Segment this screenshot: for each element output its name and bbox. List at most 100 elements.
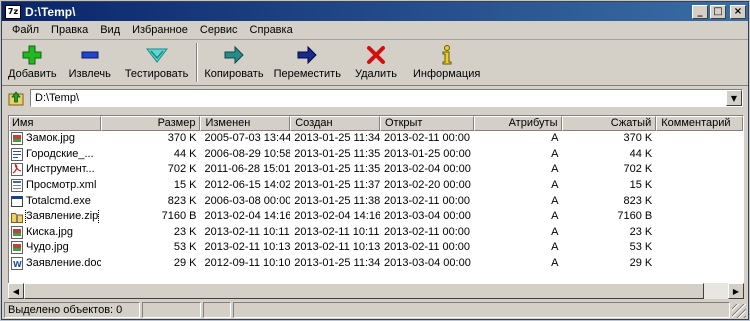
menu-view[interactable]: Вид xyxy=(94,24,126,36)
resize-grip-icon[interactable] xyxy=(732,304,746,318)
menu-help[interactable]: Справка xyxy=(244,24,299,36)
file-row[interactable]: Киска.jpg 23 K 2013-02-11 10:11 2013-02-11 … xyxy=(9,225,743,241)
file-accessed: 2013-01-25 00:00 xyxy=(383,147,471,160)
file-size: 23 K xyxy=(173,225,197,238)
file-packed: 15 K xyxy=(629,179,653,192)
menu-favorites[interactable]: Избранное xyxy=(126,24,194,36)
main-window: 7z D:\Temp\ _ □ × Файл Правка Вид Избран… xyxy=(1,1,749,320)
file-accessed: 2013-02-20 00:00 xyxy=(383,179,471,192)
toolbar: Добавить Извлечь Тестировать Копировать xyxy=(2,40,748,86)
copy-button[interactable]: Копировать xyxy=(204,43,264,82)
delete-x-icon xyxy=(364,45,388,65)
folder-up-icon xyxy=(8,91,24,106)
file-size: 29 K xyxy=(173,257,197,270)
delete-label: Удалить xyxy=(354,68,397,80)
file-rows: Замок.jpg 370 K 2005-07-03 13:44 2013-01-25… xyxy=(9,131,743,271)
file-row[interactable]: W Заявление.doc 29 K 2012-09-11 10:10 2013-0… xyxy=(9,256,743,272)
file-accessed: 2013-02-11 00:00 xyxy=(383,241,471,254)
file-attributes: A xyxy=(551,210,559,223)
scroll-track[interactable] xyxy=(24,283,728,299)
copy-label: Копировать xyxy=(204,68,264,80)
minimize-button[interactable]: _ xyxy=(692,4,708,19)
file-name-cell: Замок.jpg xyxy=(9,131,101,146)
test-button[interactable]: Тестировать xyxy=(124,43,189,82)
col-attributes[interactable]: Атрибуты xyxy=(473,116,563,131)
file-accessed: 2013-02-11 00:00 xyxy=(383,132,471,145)
menu-tools[interactable]: Сервис xyxy=(194,24,244,36)
status-panel-4 xyxy=(232,302,731,318)
scroll-left-button[interactable]: ◀ xyxy=(8,283,24,299)
file-row[interactable]: Замок.jpg 370 K 2005-07-03 13:44 2013-01-25… xyxy=(9,131,743,147)
file-name-cell: Totalcmd.exe xyxy=(9,194,101,209)
file-size: 7160 B xyxy=(161,210,197,223)
file-row[interactable]: Чудо.jpg 53 K 2013-02-11 10:13 2013-02-11 1… xyxy=(9,240,743,256)
app-icon: 7z xyxy=(5,4,21,19)
scroll-thumb[interactable] xyxy=(24,283,704,299)
title-bar[interactable]: 7z D:\Temp\ _ □ × xyxy=(2,2,748,21)
file-row[interactable]: Totalcmd.exe 823 K 2006-03-08 00:00 2013-01… xyxy=(9,193,743,209)
folder-up-button[interactable] xyxy=(7,89,25,107)
info-label: Информация xyxy=(412,68,481,80)
scroll-right-button[interactable]: ▶ xyxy=(728,283,744,299)
file-row[interactable]: Инструмент... 702 K 2011-06-28 15:01 2013-0… xyxy=(9,162,743,178)
col-comment[interactable]: Комментарий xyxy=(656,116,743,131)
file-modified: 2011-06-28 15:01 xyxy=(204,163,291,176)
file-packed: 29 K xyxy=(629,257,653,270)
info-icon xyxy=(435,45,459,65)
col-name[interactable]: Имя xyxy=(9,116,101,131)
col-packed[interactable]: Сжатый xyxy=(562,116,657,131)
file-row[interactable]: Просмотр.xml 15 K 2012-06-15 14:02 2013-01-… xyxy=(9,178,743,194)
plus-icon xyxy=(20,45,44,65)
col-size[interactable]: Размер xyxy=(100,116,201,131)
move-arrow-icon xyxy=(295,45,319,65)
checkmark-icon xyxy=(145,45,169,65)
file-name-cell: Заявление.zip xyxy=(9,209,101,225)
file-name-cell: Инструмент... xyxy=(9,162,101,177)
col-modified[interactable]: Изменен xyxy=(200,116,291,131)
add-button[interactable]: Добавить xyxy=(8,43,57,82)
address-dropdown-button[interactable]: ▼ xyxy=(726,90,742,106)
delete-button[interactable]: Удалить xyxy=(355,43,397,82)
chevron-down-icon: ▼ xyxy=(730,93,738,103)
extract-button[interactable]: Извлечь xyxy=(69,43,111,82)
file-packed: 702 K xyxy=(623,163,653,176)
file-name: Городские_... xyxy=(26,147,94,160)
address-input[interactable]: D:\Temp\ ▼ xyxy=(30,89,743,107)
status-panel-2 xyxy=(141,302,201,318)
toolbar-separator xyxy=(196,43,199,82)
file-created: 2013-01-25 11:37 xyxy=(294,179,380,192)
file-attributes: A xyxy=(551,163,559,176)
horizontal-scrollbar[interactable]: ◀ ▶ xyxy=(8,283,744,299)
file-packed: 44 K xyxy=(629,147,653,160)
menu-bar: Файл Правка Вид Избранное Сервис Справка xyxy=(2,21,748,40)
file-name: Заявление.doc xyxy=(26,257,101,270)
file-name-cell: W Заявление.doc xyxy=(9,256,101,271)
address-value: D:\Temp\ xyxy=(35,92,80,104)
arrow-left-icon: ◀ xyxy=(12,286,20,296)
col-accessed[interactable]: Открыт xyxy=(379,116,474,131)
file-modified: 2006-08-29 10:58 xyxy=(204,147,291,160)
file-list[interactable]: Имя Размер Изменен Создан Открыт Атрибут… xyxy=(8,115,744,299)
file-accessed: 2013-03-04 00:00 xyxy=(383,210,471,223)
close-button[interactable]: × xyxy=(730,4,746,19)
move-button[interactable]: Переместить xyxy=(274,43,341,82)
file-accessed: 2013-03-04 00:00 xyxy=(383,257,471,270)
col-created[interactable]: Создан xyxy=(290,116,380,131)
file-attributes: A xyxy=(551,194,559,207)
file-modified: 2005-07-03 13:44 xyxy=(204,132,291,145)
info-button[interactable]: Информация xyxy=(413,43,480,82)
doc-icon xyxy=(11,147,26,161)
menu-edit[interactable]: Правка xyxy=(45,24,94,36)
file-packed: 53 K xyxy=(629,241,653,254)
pdf-icon xyxy=(11,163,26,177)
file-accessed: 2013-02-04 00:00 xyxy=(383,163,471,176)
maximize-button[interactable]: □ xyxy=(710,4,726,19)
file-row[interactable]: Заявление.zip 7160 B 2013-02-04 14:16 2013-… xyxy=(9,209,743,225)
file-row[interactable]: Городские_... 44 K 2006-08-29 10:58 2013-01… xyxy=(9,147,743,163)
xml-icon xyxy=(11,179,26,193)
menu-file[interactable]: Файл xyxy=(6,24,45,36)
file-modified: 2013-02-04 14:16 xyxy=(204,210,291,223)
test-label: Тестировать xyxy=(124,68,189,80)
file-packed: 370 K xyxy=(623,132,653,145)
file-attributes: A xyxy=(551,132,559,145)
